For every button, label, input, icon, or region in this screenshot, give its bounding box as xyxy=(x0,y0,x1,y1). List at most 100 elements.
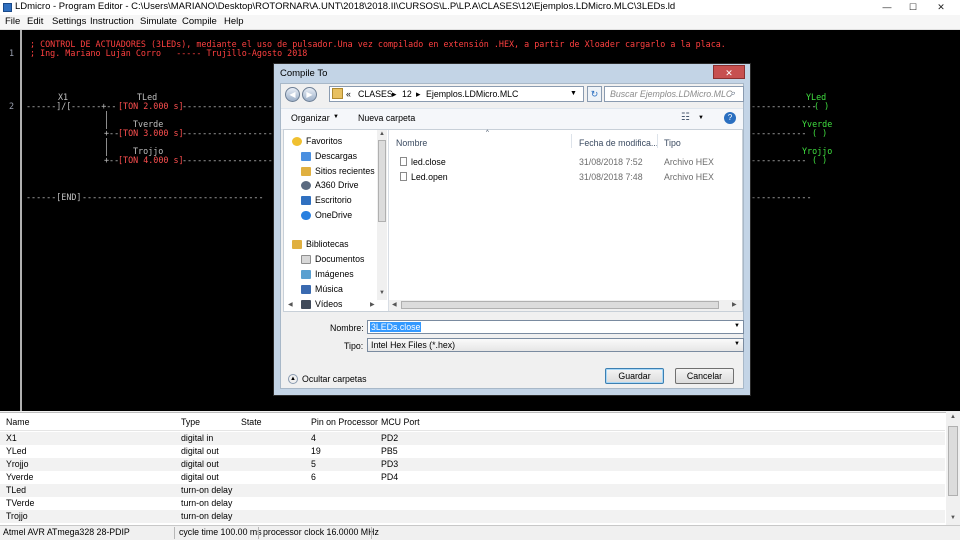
nav-item-descargas[interactable]: Descargas xyxy=(315,151,357,161)
nav-item-onedrive[interactable]: OneDrive xyxy=(315,210,352,220)
help-icon[interactable]: ? xyxy=(724,112,736,124)
nav-item-videos[interactable]: Vídeos xyxy=(315,299,342,309)
organize-button[interactable]: Organizar xyxy=(291,113,330,123)
search-input[interactable]: Buscar Ejemplos.LDMicro.MLC ⌕ xyxy=(604,86,744,102)
list-item[interactable]: Led.open 31/08/2018 7:48 Archivo HEX xyxy=(389,170,729,184)
scroll-left-icon[interactable]: ◀ xyxy=(288,301,293,308)
rung-wire: ------------------- xyxy=(182,101,278,111)
nav-item-escritorio[interactable]: Escritorio xyxy=(315,195,352,205)
scroll-down-icon[interactable]: ▼ xyxy=(950,515,956,521)
save-button[interactable]: Guardar xyxy=(605,368,664,384)
table-row[interactable]: Trojjo turn-on delay xyxy=(0,510,945,523)
comment-line[interactable]: ; Ing. Mariano Luján Corro ----- Trujill… xyxy=(30,48,307,58)
scroll-right-icon[interactable]: ▶ xyxy=(370,301,375,308)
minimize-button[interactable]: — xyxy=(876,0,898,14)
organize-dropdown-icon[interactable]: ▼ xyxy=(333,114,339,120)
breadcrumb-ejemplos[interactable]: Ejemplos.LDMicro.MLC xyxy=(426,89,518,99)
nav-item-sitios-recientes[interactable]: Sitios recientes xyxy=(315,166,375,176)
filename-input[interactable]: 3LEDs.close ▼ xyxy=(367,320,744,334)
scrollbar-thumb[interactable] xyxy=(948,426,958,496)
variables-scrollbar[interactable]: ▲ ▼ xyxy=(946,412,960,525)
col-header-pin[interactable]: Pin on Processor xyxy=(311,417,378,427)
col-header-fecha[interactable]: Fecha de modifica... xyxy=(579,138,658,148)
navigation-pane[interactable]: Favoritos Descargas Sitios recientes A36… xyxy=(284,130,389,311)
timer-tled[interactable]: [TON 2.000 s] xyxy=(118,102,184,111)
scroll-up-icon[interactable]: ▲ xyxy=(379,131,385,137)
scroll-down-icon[interactable]: ▼ xyxy=(379,290,385,296)
pictures-icon xyxy=(301,270,311,279)
menu-simulate[interactable]: Simulate xyxy=(140,16,177,27)
variables-list[interactable]: Name Type State Pin on Processor MCU Por… xyxy=(0,412,960,526)
view-dropdown-icon[interactable]: ▼ xyxy=(698,115,704,121)
maximize-button[interactable]: ☐ xyxy=(902,0,924,14)
nav-libraries[interactable]: Bibliotecas xyxy=(306,239,349,249)
col-header-tipo[interactable]: Tipo xyxy=(664,138,681,148)
breadcrumb-12[interactable]: 12 xyxy=(402,89,412,99)
back-button[interactable]: ◀ xyxy=(285,87,300,102)
col-header-nombre[interactable]: Nombre xyxy=(396,138,427,148)
menu-compile[interactable]: Compile xyxy=(182,16,217,27)
col-header-state[interactable]: State xyxy=(241,417,262,427)
search-icon[interactable]: ⌕ xyxy=(730,88,735,99)
refresh-icon[interactable]: ↻ xyxy=(587,86,602,102)
menu-file[interactable]: File xyxy=(5,16,20,27)
forward-button[interactable]: ▶ xyxy=(302,87,317,102)
menu-settings[interactable]: Settings xyxy=(52,16,86,27)
cell-port: PB5 xyxy=(381,446,398,456)
menu-help[interactable]: Help xyxy=(224,16,244,27)
filetype-dropdown-icon[interactable]: ▼ xyxy=(734,341,740,347)
nav-item-musica[interactable]: Música xyxy=(315,284,343,294)
scroll-up-icon[interactable]: ▲ xyxy=(950,414,956,420)
col-header-port[interactable]: MCU Port xyxy=(381,417,420,427)
dialog-close-button[interactable]: ✕ xyxy=(713,65,745,79)
chevron-up-icon[interactable]: ▲ xyxy=(288,374,298,384)
file-list-hscrollbar[interactable]: ◀ ▶ xyxy=(389,300,742,311)
address-dropdown-icon[interactable]: ▼ xyxy=(570,90,577,97)
documents-icon xyxy=(301,255,311,264)
close-button[interactable]: ✕ xyxy=(930,0,952,14)
libraries-icon xyxy=(292,240,302,249)
view-options-icon[interactable]: ☷ xyxy=(681,112,690,123)
table-row[interactable]: TLed turn-on delay xyxy=(0,484,945,497)
hide-folders-button[interactable]: Ocultar carpetas xyxy=(302,374,367,384)
scroll-right-icon[interactable]: ▶ xyxy=(732,301,737,308)
contact-x1[interactable]: ------]/[ xyxy=(26,102,71,111)
timer-tverde[interactable]: [TON 3.000 s] xyxy=(118,129,184,138)
file-list[interactable]: Nombre ^ Fecha de modifica... Tipo led.c… xyxy=(389,130,742,311)
status-clock: processor clock 16.0000 MHz xyxy=(263,527,379,537)
cell-name: X1 xyxy=(6,433,17,443)
scroll-left-icon[interactable]: ◀ xyxy=(392,301,397,308)
col-header-name[interactable]: Name xyxy=(6,417,29,427)
nav-favorites[interactable]: Favoritos xyxy=(306,136,342,146)
coil-yled[interactable]: ( ) xyxy=(814,102,829,111)
coil-yrojjo[interactable]: ( ) xyxy=(812,156,827,165)
list-item[interactable]: led.close 31/08/2018 7:52 Archivo HEX xyxy=(389,155,729,169)
a360-drive-icon xyxy=(301,181,311,190)
address-bar[interactable]: « CLASES ▸ 12 ▸ Ejemplos.LDMicro.MLC ▼ xyxy=(329,86,584,102)
scrollbar-thumb[interactable] xyxy=(378,140,386,222)
table-row[interactable]: X1 digital in 4 PD2 xyxy=(0,432,945,445)
filetype-select[interactable]: Intel Hex Files (*.hex) ▼ xyxy=(367,338,744,352)
table-row[interactable]: YLed digital out 19 PB5 xyxy=(0,445,945,458)
menu-instruction[interactable]: Instruction xyxy=(90,16,134,27)
breadcrumb-clases[interactable]: CLASES xyxy=(358,89,393,99)
nav-item-documentos[interactable]: Documentos xyxy=(315,254,364,264)
cancel-button[interactable]: Cancelar xyxy=(675,368,734,384)
nav-item-a360-drive[interactable]: A360 Drive xyxy=(315,180,359,190)
table-row[interactable]: Yrojjo digital out 5 PD3 xyxy=(0,458,945,471)
timer-trojjo[interactable]: [TON 4.000 s] xyxy=(118,156,184,165)
menu-edit[interactable]: Edit xyxy=(27,16,43,27)
file-icon xyxy=(400,157,407,166)
table-row[interactable]: TVerde turn-on delay xyxy=(0,497,945,510)
new-folder-button[interactable]: Nueva carpeta xyxy=(358,113,415,123)
videos-icon xyxy=(301,300,311,309)
coil-yverde[interactable]: ( ) xyxy=(812,129,827,138)
col-header-type[interactable]: Type xyxy=(181,417,200,427)
nav-pane-scrollbar[interactable]: ▲ ▼ xyxy=(377,130,387,300)
filename-dropdown-icon[interactable]: ▼ xyxy=(734,323,740,329)
scrollbar-thumb[interactable] xyxy=(401,301,719,309)
table-row[interactable]: Yverde digital out 6 PD4 xyxy=(0,471,945,484)
nav-item-imagenes[interactable]: Imágenes xyxy=(315,269,354,279)
dialog-toolbar: Organizar ▼ Nueva carpeta ☷ ▼ ? xyxy=(281,108,743,130)
end-rung[interactable]: ------[END] xyxy=(26,193,81,202)
